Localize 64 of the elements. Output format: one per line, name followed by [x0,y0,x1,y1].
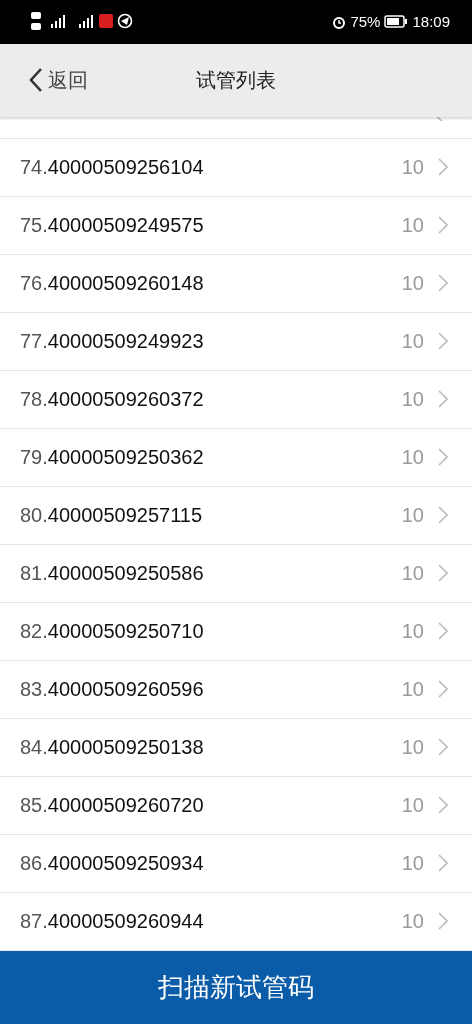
tube-count: 10 [401,793,424,817]
chevron-right-icon [438,274,448,293]
chevron-right-icon [438,158,448,177]
tube-list-item[interactable]: 86.40000509250934 10 [0,834,472,893]
chevron-right-icon [438,390,448,409]
chevron-right-icon [438,854,448,873]
tube-code: 82.40000509250710 [20,619,205,643]
scan-button[interactable]: 扫描新试管码 [0,950,472,1024]
chevron-right-icon [438,622,448,641]
tube-count: 10 [401,387,424,411]
tube-count: 10 [401,677,424,701]
alarm-icon [332,14,347,29]
tube-list-item[interactable]: 82.40000509250710 10 [0,602,472,661]
tube-code: 78.40000509260372 [20,387,205,411]
tube-list-item[interactable]: 76.40000509260148 10 [0,254,472,313]
tube-code: 84.40000509250138 [20,735,205,759]
tube-code: 81.40000509250586 [20,561,205,585]
chevron-right-icon [438,506,448,525]
chevron-right-icon [438,738,448,757]
tube-code: 87.40000509260944 [20,909,205,933]
tube-count: 10 [401,155,424,179]
tube-count: 10 [401,271,424,295]
tube-code: 86.40000509250934 [20,851,205,875]
tube-code: 79.40000509250362 [20,445,205,469]
chevron-right-icon [438,216,448,235]
tube-code: 85.40000509260720 [20,793,205,817]
tube-count: 10 [401,851,424,875]
tube-count: 10 [401,561,424,585]
chevron-right-icon [438,912,448,931]
tube-count: 10 [401,619,424,643]
page-title: 试管列表 [196,67,276,93]
clock-time: 18:09 [412,13,450,31]
chevron-right-icon [438,796,448,815]
battery-icon [384,15,409,29]
tube-code: 77.40000509249923 [20,329,205,353]
tube-count: 10 [401,503,424,527]
tube-code: 74.40000509256104 [20,155,205,179]
tube-count: 10 [401,735,424,759]
back-button[interactable]: 返回 [0,60,88,101]
tube-list-item[interactable]: 75.40000509249575 10 [0,196,472,255]
tube-list-item[interactable]: 79.40000509250362 10 [0,428,472,487]
tube-code: 76.40000509260148 [20,271,205,295]
tube-list-item[interactable]: 77.40000509249923 10 [0,312,472,371]
tube-code: 80.40000509257115 [20,503,204,527]
tube-code: 75.40000509249575 [20,213,205,237]
tube-list-item[interactable]: 78.40000509260372 10 [0,370,472,429]
tube-list-item[interactable]: 85.40000509260720 10 [0,776,472,835]
battery-percentage: 75% [350,13,381,31]
tube-count: 10 [401,909,424,933]
back-chevron-icon [28,67,44,94]
tube-list-item[interactable]: 83.40000509260596 10 [0,660,472,719]
chevron-right-icon [438,448,448,467]
tube-list-item[interactable]: 74.40000509256104 10 [0,138,472,197]
chevron-right-icon [438,564,448,583]
tube-count: 10 [401,329,424,353]
tube-list-item[interactable]: 87.40000509260944 10 [0,892,472,951]
tube-list-item[interactable]: 84.40000509250138 10 [0,718,472,777]
chevron-right-icon [438,332,448,351]
tube-count: 10 [401,445,424,469]
tube-code: 83.40000509260596 [20,677,205,701]
tube-count: 10 [401,213,424,237]
tube-list-item[interactable]: 80.40000509257115 10 [0,486,472,545]
chevron-right-icon [438,680,448,699]
tube-list-item[interactable]: 81.40000509250586 10 [0,544,472,603]
